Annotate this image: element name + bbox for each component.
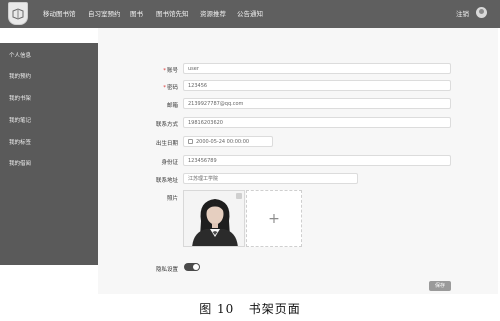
account-label-text: 账号 — [166, 68, 178, 74]
password-label-text: 密码 — [166, 85, 178, 91]
photo-check-icon[interactable] — [236, 193, 242, 199]
phone-field[interactable]: 19816203620 — [183, 117, 451, 128]
sidebar-item-my-bookshelf[interactable]: 我的书架 — [9, 94, 31, 102]
address-label: 联系地址 — [155, 178, 178, 184]
calendar-icon — [188, 139, 193, 144]
account-field[interactable]: user — [183, 63, 451, 74]
nav-item-library-prophet[interactable]: 图书馆先知 — [156, 8, 189, 18]
id-card-label: 身份证 — [161, 160, 178, 166]
phone-label: 联系方式 — [155, 122, 178, 128]
figure-caption: 图 10 书架页面 — [199, 302, 301, 316]
sidebar-item-my-borrowing[interactable]: 我的借阅 — [9, 159, 31, 167]
library-logo-icon — [12, 7, 24, 20]
privacy-toggle[interactable] — [184, 263, 200, 271]
top-nav-bar: 移动图书馆 自习室预约 图书 图书馆先知 资源推荐 公告通知 注销 — [0, 0, 500, 28]
required-marker: * — [163, 85, 166, 91]
sidebar-item-my-tags[interactable]: 我的标签 — [9, 138, 31, 146]
nav-item-resource-recommend[interactable]: 资源推荐 — [200, 8, 226, 18]
uploaded-photo[interactable] — [183, 190, 245, 247]
user-avatar-icon[interactable] — [476, 7, 487, 18]
sidebar-item-personal-info[interactable]: 个人信息 — [9, 51, 31, 59]
plus-icon: + — [268, 210, 280, 227]
sidebar-item-my-notes[interactable]: 我的笔记 — [9, 116, 31, 124]
sidebar: 个人信息 我的预约 我的书架 我的笔记 我的标签 我的借阅 — [0, 43, 98, 265]
photo-upload-button[interactable]: + — [246, 190, 302, 247]
nav-item-books[interactable]: 图书 — [130, 8, 143, 18]
email-field[interactable]: 2139927787@qq.com — [183, 98, 451, 109]
email-label: 邮箱 — [166, 103, 178, 109]
portrait-image — [184, 191, 244, 246]
sidebar-item-my-reservations[interactable]: 我的预约 — [9, 72, 31, 80]
privacy-label: 隐私设置 — [155, 267, 178, 273]
nav-item-announcements[interactable]: 公告通知 — [237, 8, 263, 18]
id-card-field[interactable]: 123456789 — [183, 155, 451, 166]
address-field[interactable]: 江苏理工学院 — [183, 173, 358, 184]
required-marker: * — [163, 68, 166, 74]
nav-item-mobile-library[interactable]: 移动图书馆 — [43, 8, 76, 18]
birthday-label: 出生日期 — [155, 141, 178, 147]
account-label: *账号 — [118, 66, 178, 74]
logout-link[interactable]: 注销 — [456, 8, 469, 18]
nav-item-study-room-booking[interactable]: 自习室预约 — [88, 8, 121, 18]
photo-label: 照片 — [166, 196, 178, 202]
birthday-picker[interactable]: 2000-05-24 00:00:00 — [183, 136, 273, 147]
password-field[interactable]: 123456 — [183, 80, 451, 91]
password-label: *密码 — [118, 83, 178, 91]
save-button[interactable]: 保存 — [429, 281, 451, 291]
library-logo[interactable] — [8, 2, 28, 25]
birthday-value: 2000-05-24 00:00:00 — [196, 139, 250, 145]
